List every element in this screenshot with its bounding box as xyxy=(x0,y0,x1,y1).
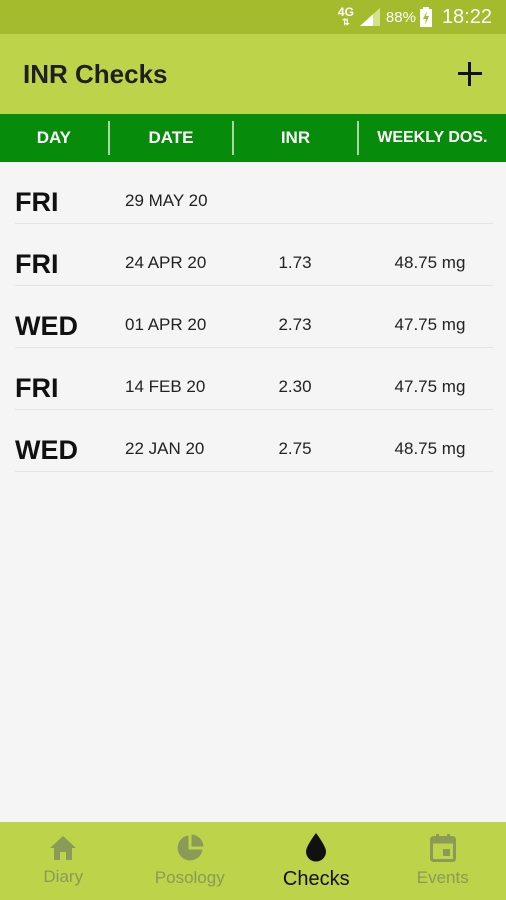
check-row[interactable]: FRI 14 FEB 20 2.30 47.75 mg xyxy=(15,348,493,410)
check-row[interactable]: WED 22 JAN 20 2.75 48.75 mg xyxy=(15,410,493,472)
header-inr: INR xyxy=(280,128,311,147)
row-inr: 2.75 xyxy=(278,439,312,458)
table-header: DAY DATE INR WEEKLY DOS. xyxy=(0,114,506,162)
calendar-icon xyxy=(429,834,456,862)
header-divider xyxy=(232,121,235,155)
network-indicator: 4G ⇅ xyxy=(338,6,354,27)
row-date: 29 MAY 20 xyxy=(125,191,208,210)
row-inr xyxy=(245,162,345,224)
row-day: FRI xyxy=(15,373,59,403)
row-weekly-dose xyxy=(360,162,500,224)
check-row[interactable]: FRI 29 MAY 20 xyxy=(15,162,493,224)
row-date: 14 FEB 20 xyxy=(125,377,206,396)
row-weekly-dose: 48.75 mg xyxy=(394,439,466,458)
nav-diary-label: Diary xyxy=(43,867,84,886)
status-bar: 4G ⇅ 88% 18:22 xyxy=(0,0,506,34)
clock: 18:22 xyxy=(441,5,492,28)
drop-icon xyxy=(306,832,327,861)
nav-events-label: Events xyxy=(416,868,469,887)
signal-icon xyxy=(359,8,380,26)
page-title: INR Checks xyxy=(23,58,168,89)
row-date: 24 APR 20 xyxy=(125,253,207,272)
nav-posology[interactable]: Posology xyxy=(127,822,254,900)
pie-chart-icon xyxy=(177,834,204,861)
nav-checks[interactable]: Checks xyxy=(253,822,380,900)
header-divider xyxy=(356,121,359,155)
row-inr: 2.73 xyxy=(278,315,312,334)
row-inr: 2.30 xyxy=(278,377,312,396)
nav-checks-label: Checks xyxy=(282,867,350,890)
check-row[interactable]: FRI 24 APR 20 1.73 48.75 mg xyxy=(15,224,493,286)
check-row[interactable]: WED 01 APR 20 2.73 47.75 mg xyxy=(15,286,493,348)
row-day: WED xyxy=(15,311,78,341)
add-check-button[interactable] xyxy=(456,60,484,88)
header-weekly-dose: WEEKLY DOS. xyxy=(377,129,488,146)
header-day: DAY xyxy=(36,128,72,147)
header-divider xyxy=(107,121,110,155)
checks-list: FRI 29 MAY 20 FRI 24 APR 20 1.73 48.75 m… xyxy=(15,162,493,472)
nav-diary[interactable]: Diary xyxy=(0,822,127,900)
battery-charging-icon xyxy=(419,7,432,27)
row-day: WED xyxy=(15,435,78,465)
row-weekly-dose: 48.75 mg xyxy=(394,253,466,272)
row-weekly-dose: 47.75 mg xyxy=(394,377,466,396)
bottom-navigation: Diary Posology Checks Events xyxy=(0,822,506,900)
nav-events[interactable]: Events xyxy=(380,822,506,900)
row-inr: 1.73 xyxy=(278,253,312,272)
nav-posology-label: Posology xyxy=(154,868,225,887)
battery-percent: 88% xyxy=(385,8,416,26)
home-icon xyxy=(50,836,77,860)
header-date: DATE xyxy=(148,128,194,147)
row-day: FRI xyxy=(15,249,59,279)
app-bar: INR Checks xyxy=(0,34,506,114)
row-weekly-dose: 47.75 mg xyxy=(394,315,466,334)
row-date: 01 APR 20 xyxy=(125,315,207,334)
row-day: FRI xyxy=(15,187,59,217)
row-date: 22 JAN 20 xyxy=(125,439,205,458)
